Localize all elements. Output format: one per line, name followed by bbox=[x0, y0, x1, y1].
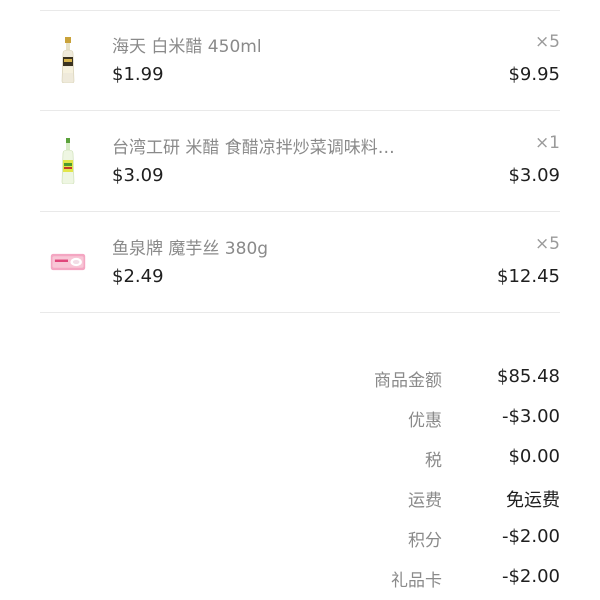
summary-row-shipping: 运费 免运费 bbox=[0, 476, 600, 516]
tax-value: $0.00 bbox=[508, 446, 560, 467]
points-value: -$2.00 bbox=[501, 526, 560, 547]
item-total: $12.45 bbox=[497, 266, 560, 287]
item-divider bbox=[40, 312, 560, 313]
subtotal-value: $85.48 bbox=[497, 366, 560, 387]
cart-item[interactable]: 台湾工研 米醋 食醋凉拌炒菜调味料… $3.09 ×1 $3.09 bbox=[40, 111, 560, 212]
item-name[interactable]: 鱼泉牌 魔芋丝 380g bbox=[112, 234, 268, 259]
item-name[interactable]: 台湾工研 米醋 食醋凉拌炒菜调味料… bbox=[112, 133, 395, 158]
item-unit-price: $1.99 bbox=[112, 64, 164, 85]
summary-row-points: 积分 -$2.00 bbox=[0, 516, 600, 556]
item-name[interactable]: 海天 白米醋 450ml bbox=[112, 32, 262, 57]
discount-label: 优惠 bbox=[408, 411, 442, 431]
subtotal-label: 商品金额 bbox=[374, 371, 442, 391]
order-summary: 商品金额 $85.48 优惠 -$3.00 税 $0.00 运费 免运费 积分 … bbox=[0, 356, 600, 596]
konjac-package-icon bbox=[50, 240, 86, 284]
item-quantity: ×5 bbox=[534, 32, 560, 52]
tax-label: 税 bbox=[425, 451, 442, 471]
shipping-value: 免运费 bbox=[506, 490, 560, 511]
summary-row-subtotal: 商品金额 $85.48 bbox=[0, 356, 600, 396]
item-total: $9.95 bbox=[508, 64, 560, 85]
discount-value: -$3.00 bbox=[501, 406, 560, 427]
item-quantity: ×5 bbox=[534, 234, 560, 254]
summary-row-giftcard: 礼品卡 -$2.00 bbox=[0, 556, 600, 596]
cart-item[interactable]: 海天 白米醋 450ml $1.99 ×5 $9.95 bbox=[40, 10, 560, 111]
summary-row-tax: 税 $0.00 bbox=[0, 436, 600, 476]
shipping-label: 运费 bbox=[408, 491, 442, 511]
giftcard-value: -$2.00 bbox=[501, 566, 560, 587]
summary-row-discount: 优惠 -$3.00 bbox=[0, 396, 600, 436]
cart-item[interactable]: 鱼泉牌 魔芋丝 380g $2.49 ×5 $12.45 bbox=[40, 212, 560, 313]
vinegar-bottle-icon bbox=[50, 37, 86, 83]
item-total: $3.09 bbox=[508, 165, 560, 186]
giftcard-label: 礼品卡 bbox=[391, 571, 442, 591]
item-unit-price: $2.49 bbox=[112, 266, 164, 287]
item-quantity: ×1 bbox=[534, 133, 560, 153]
points-label: 积分 bbox=[408, 531, 442, 551]
item-unit-price: $3.09 bbox=[112, 165, 164, 186]
green-bottle-icon bbox=[50, 138, 86, 184]
